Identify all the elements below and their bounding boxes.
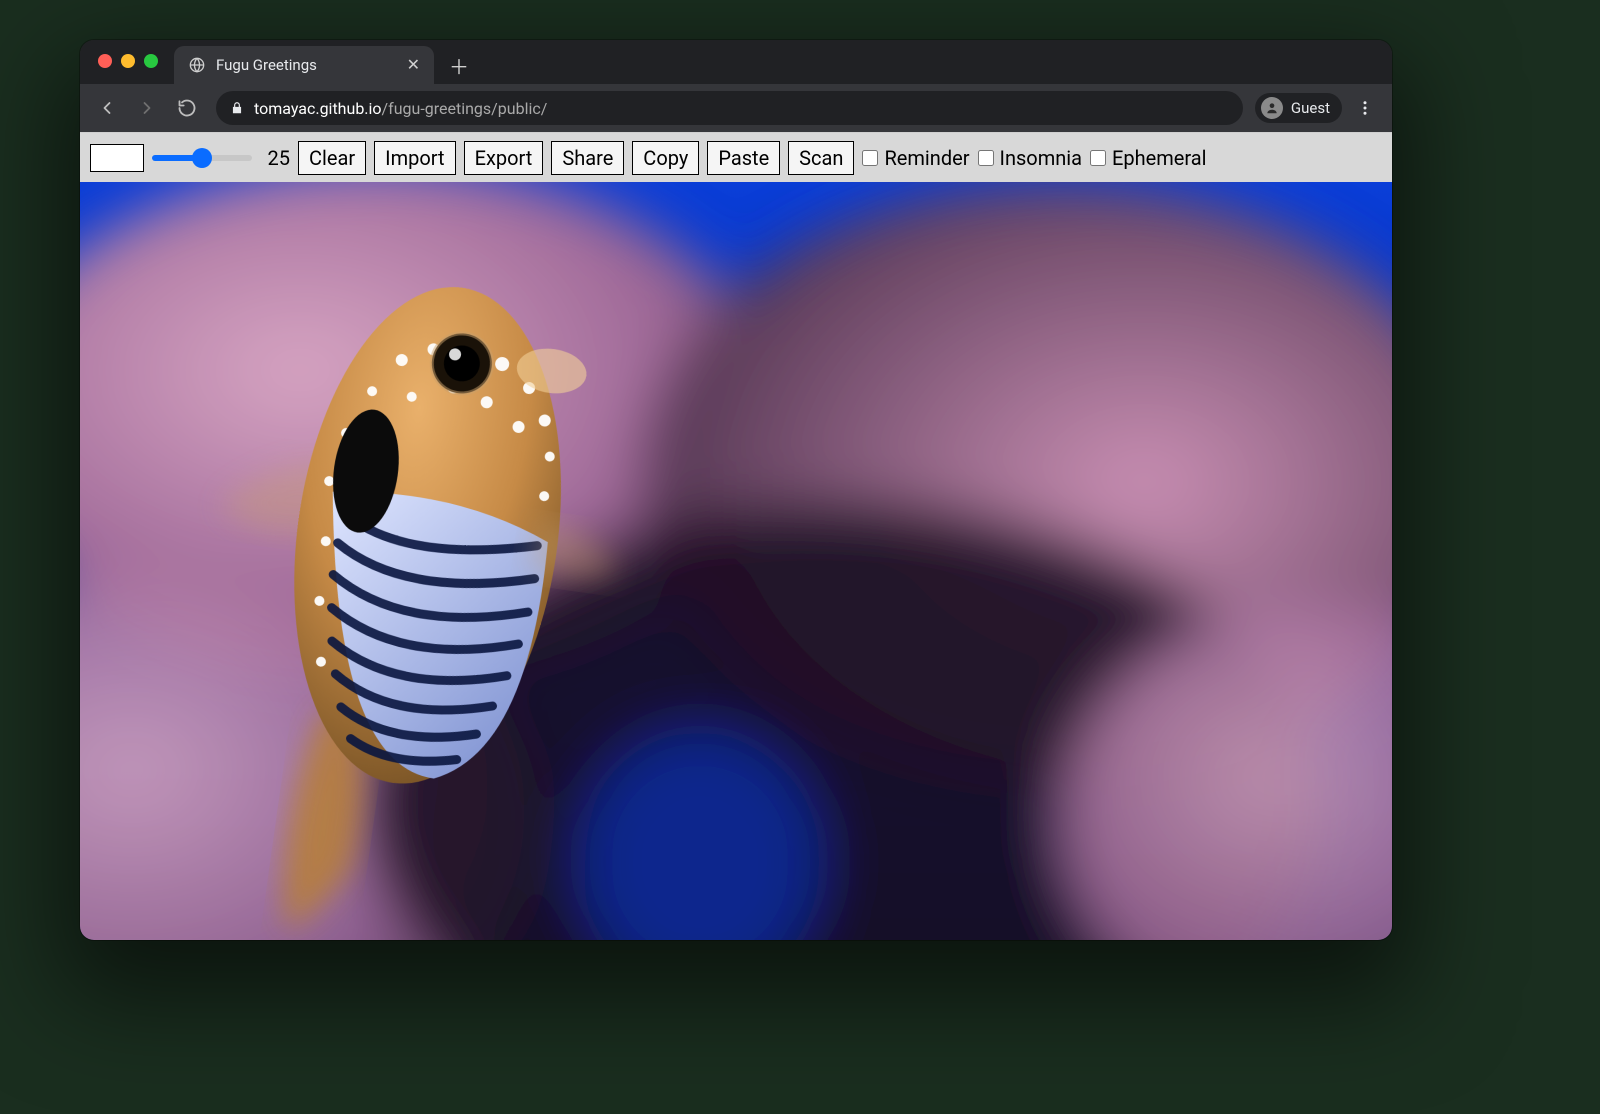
- browser-window: Fugu Greetings ✕ ＋ tomayac.github.io/fu: [80, 40, 1392, 940]
- reminder-label: Reminder: [884, 146, 969, 170]
- background-image: [80, 182, 1392, 940]
- lock-icon: [230, 101, 244, 115]
- url-host: tomayac.github.io: [254, 99, 382, 118]
- brush-size-slider[interactable]: [152, 155, 252, 161]
- address-bar[interactable]: tomayac.github.io/fugu-greetings/public/: [216, 91, 1243, 125]
- ephemeral-label: Ephemeral: [1112, 146, 1207, 170]
- window-minimize-button[interactable]: [121, 54, 135, 68]
- drawing-canvas[interactable]: [80, 182, 1392, 940]
- tab-strip: Fugu Greetings ✕ ＋: [80, 40, 1392, 84]
- window-maximize-button[interactable]: [144, 54, 158, 68]
- app-toolbar: 25 Clear Import Export Share Copy Paste …: [80, 132, 1392, 182]
- url-path: /fugu-greetings/public/: [382, 99, 548, 118]
- reload-button[interactable]: [170, 91, 204, 125]
- profile-label: Guest: [1291, 99, 1330, 117]
- insomnia-label: Insomnia: [1000, 146, 1083, 170]
- paste-button[interactable]: Paste: [707, 141, 780, 175]
- close-icon[interactable]: ✕: [407, 57, 420, 73]
- copy-button[interactable]: Copy: [632, 141, 699, 175]
- new-tab-button[interactable]: ＋: [444, 50, 474, 80]
- profile-button[interactable]: Guest: [1255, 93, 1342, 123]
- clear-button[interactable]: Clear: [298, 141, 366, 175]
- ephemeral-checkbox-input[interactable]: [1090, 150, 1106, 166]
- avatar-icon: [1261, 97, 1283, 119]
- share-button[interactable]: Share: [551, 141, 624, 175]
- insomnia-checkbox[interactable]: Insomnia: [978, 146, 1083, 170]
- reminder-checkbox[interactable]: Reminder: [862, 146, 969, 170]
- insomnia-checkbox-input[interactable]: [978, 150, 994, 166]
- ephemeral-checkbox[interactable]: Ephemeral: [1090, 146, 1207, 170]
- url-text: tomayac.github.io/fugu-greetings/public/: [254, 99, 547, 118]
- tab-title: Fugu Greetings: [216, 56, 317, 74]
- import-button[interactable]: Import: [374, 141, 455, 175]
- tab-active[interactable]: Fugu Greetings ✕: [174, 46, 434, 84]
- globe-icon: [188, 56, 206, 74]
- toolbar-row: tomayac.github.io/fugu-greetings/public/…: [80, 84, 1392, 132]
- export-button[interactable]: Export: [464, 141, 544, 175]
- brush-size-value: 25: [262, 146, 290, 170]
- kebab-menu-button[interactable]: [1348, 91, 1382, 125]
- reminder-checkbox-input[interactable]: [862, 150, 878, 166]
- back-button[interactable]: [90, 91, 124, 125]
- color-swatch[interactable]: [90, 144, 144, 172]
- forward-button[interactable]: [130, 91, 164, 125]
- brush-size-control: 25: [152, 146, 290, 170]
- scan-button[interactable]: Scan: [788, 141, 854, 175]
- window-controls: [98, 54, 158, 68]
- window-close-button[interactable]: [98, 54, 112, 68]
